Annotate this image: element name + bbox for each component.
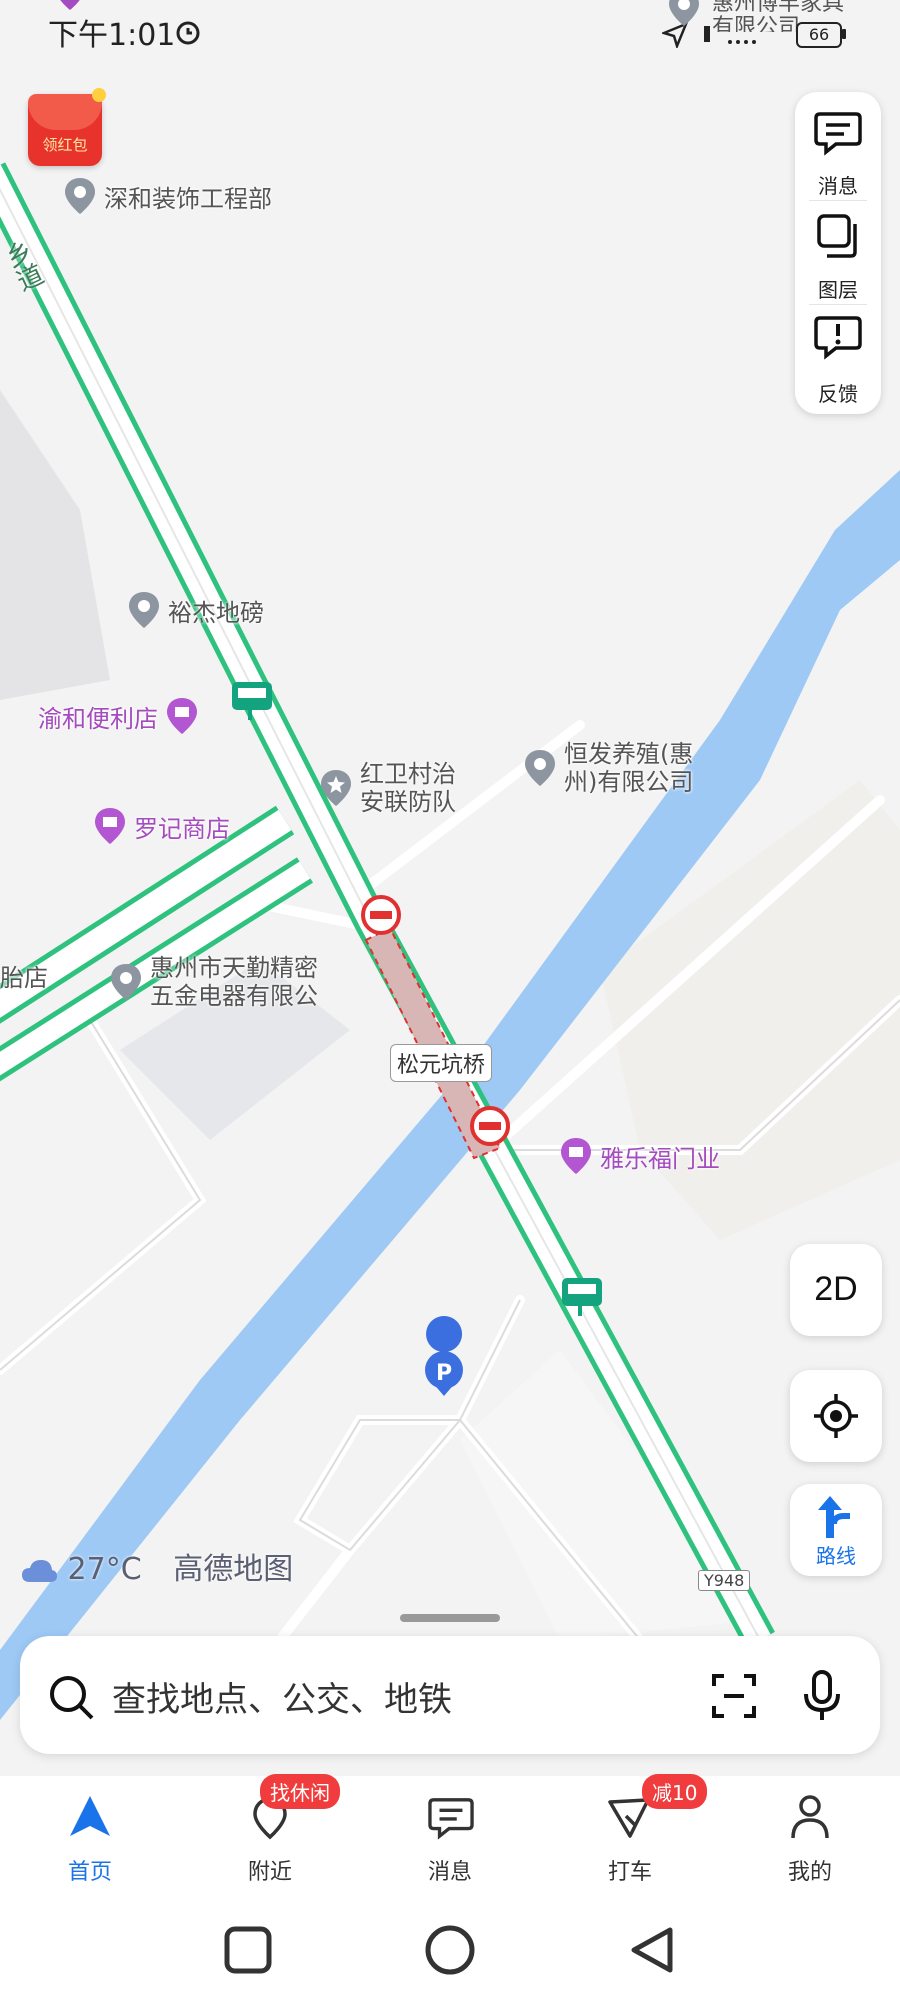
poi-label: 胎店 [0,964,48,992]
location-pin-icon [525,750,555,786]
svg-text:P: P [436,1361,452,1386]
search-input[interactable]: 查找地点、公交、地铁 [112,1672,452,1721]
bottom-tab-bar: 首页 附近 找休闲 消息 打车 减10 我的 [0,1774,900,1894]
brand-watermark: 高德地图 [173,1552,294,1587]
route-arrow-icon [818,1496,850,1538]
no-entry-icon [470,1106,510,1146]
tab-label: 我的 [787,1860,832,1885]
poi-label-line1: 惠州市天勤精密 [150,954,318,982]
microphone-icon[interactable] [802,1670,842,1722]
red-packet-button[interactable]: 领红包 [28,88,106,166]
status-time: 下午1:01 [48,18,176,53]
poi-label-line1: 恒发养殖(惠 [564,740,694,768]
battery-icon: 66 [796,22,842,48]
poi-label-line1: 红卫村治 [360,760,456,788]
map-block [0,390,110,700]
tab-label: 附近 [247,1860,292,1885]
nearby-badge: 找休闲 [260,1774,340,1809]
alarm-icon [176,21,200,45]
cloud-icon [22,1559,57,1582]
poi-pin-icon [669,0,699,26]
poi-label: 裕杰地磅 [168,598,264,627]
home-circle-icon[interactable] [424,1924,476,1976]
poi-hengfa[interactable]: 恒发养殖(惠 州)有限公司 [522,740,693,796]
poi-luoji[interactable]: 罗记商店 [92,806,230,846]
system-nav-bar [0,1894,900,2000]
view-mode-label: 2D [814,1270,858,1308]
tab-label: 消息 [427,1860,472,1885]
message-icon [428,1798,474,1840]
shop-pin-icon [167,698,197,734]
route-label: 路线 [816,1544,856,1568]
poi-yujie[interactable]: 裕杰地磅 [126,590,264,630]
layers-button[interactable]: 图层 [795,202,881,306]
locate-button[interactable] [790,1370,882,1462]
poi-tianqin[interactable]: 惠州市天勤精密 五金电器有限公 [108,954,318,1010]
tab-taxi[interactable]: 打车 减10 [570,1774,708,1894]
tab-profile[interactable]: 我的 [750,1776,870,1894]
feedback-button[interactable]: 反馈 [795,306,881,410]
poi-pin-icon [60,0,80,10]
battery-level: 66 [808,25,830,44]
tab-label: 打车 [607,1860,652,1885]
feedback-icon [814,316,862,360]
tab-nearby[interactable]: 附近 找休闲 [210,1774,340,1894]
poi-taidian[interactable]: 胎店 [0,958,48,993]
feedback-label: 反馈 [818,382,858,406]
route-button[interactable]: 路线 [790,1484,882,1576]
location-pin-icon [111,964,141,1000]
bridge-label[interactable]: 松元坑桥 [390,1044,493,1082]
red-packet-label: 领红包 [42,136,88,154]
shop-pin-icon [561,1138,591,1174]
weather-info: 27°C 高德地图 [20,1544,293,1588]
road-code: Y948 [698,1570,751,1591]
poi-label-line2: 安联防队 [360,788,456,816]
signal-icon [704,26,756,44]
poi-label-line2: 五金电器有限公 [150,982,318,1010]
poi-label-line2: 州)有限公司 [564,768,694,796]
map-tools-panel: 消息 图层 反馈 [795,92,881,414]
taxi-badge: 减10 [642,1774,708,1809]
back-icon[interactable] [628,1926,674,1974]
weather-temp: 27°C [67,1552,142,1587]
tab-label: 首页 [67,1860,112,1885]
recent-apps-icon[interactable] [224,1926,272,1974]
home-arrow-icon [70,1796,110,1836]
profile-icon [791,1795,829,1839]
search-icon [50,1676,94,1720]
layers-label: 图层 [818,278,858,302]
scan-icon[interactable] [710,1672,758,1720]
star-pin-icon [321,770,351,806]
location-pin-icon [65,178,95,214]
locate-icon [814,1394,858,1438]
message-icon [814,112,862,156]
status-bar: 下午1:01 惠州博丰家具有限公司 66 [0,0,900,70]
tab-messages[interactable]: 消息 [390,1776,510,1894]
poi-hongwei[interactable]: 红卫村治 安联防队 [318,760,456,816]
search-bar[interactable]: 查找地点、公交、地铁 [20,1636,880,1754]
drag-handle[interactable] [400,1614,500,1622]
message-label: 消息 [818,174,858,198]
poi-label: 雅乐福门业 [600,1144,720,1173]
layers-icon [817,214,857,258]
poi-yalefu[interactable]: 雅乐福门业 [558,1136,720,1176]
poi-label: 深和装饰工程部 [104,184,272,213]
poi-label: 罗记商店 [134,814,230,843]
shop-pin-icon [95,808,125,844]
poi-shenhe[interactable]: 深和装饰工程部 [62,176,272,216]
message-button[interactable]: 消息 [795,98,881,202]
view-mode-button[interactable]: 2D [790,1244,882,1336]
no-entry-icon [361,895,401,935]
tab-home[interactable]: 首页 [30,1776,150,1894]
poi-label: 渝和便利店 [38,704,158,733]
location-pin-icon [129,592,159,628]
poi-yuhe[interactable]: 渝和便利店 [38,696,200,736]
